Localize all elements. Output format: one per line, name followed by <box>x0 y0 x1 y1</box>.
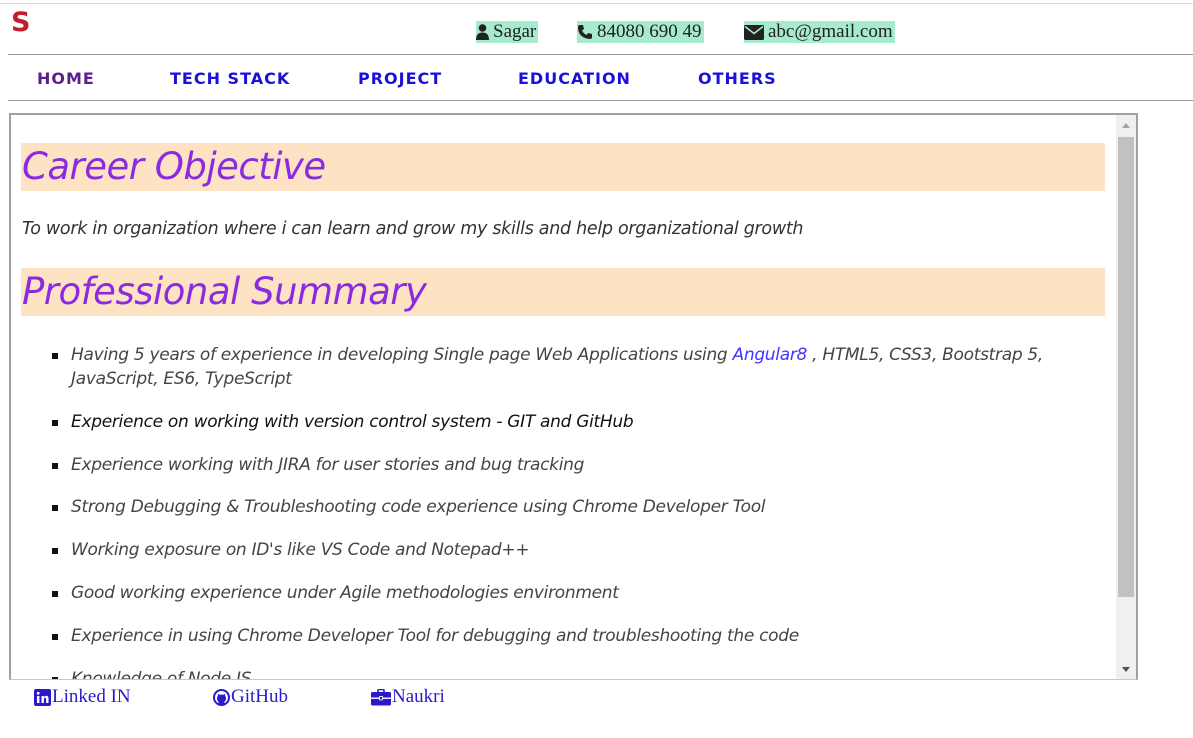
contact-phone: 84080 690 49 <box>577 21 704 43</box>
summary-item: Knowledge of Node JS <box>52 667 1081 679</box>
nav-education[interactable]: EDUCATION <box>518 69 631 88</box>
vertical-scrollbar[interactable] <box>1116 115 1136 679</box>
contact-email-text[interactable]: abc@gmail.com <box>768 21 893 43</box>
contact-phone-text: 84080 690 49 <box>597 21 702 42</box>
summary-item: Experience working with JIRA for user st… <box>52 453 1081 477</box>
scroll-down-arrow-icon[interactable] <box>1122 667 1130 672</box>
professional-summary-heading: Professional Summary <box>21 268 1105 316</box>
contact-name: Sagar <box>476 21 539 43</box>
professional-summary-title: Professional Summary <box>22 270 427 313</box>
nav-tech-stack[interactable]: TECH STACK <box>170 69 290 88</box>
nav-others[interactable]: OTHERS <box>698 69 777 88</box>
user-icon <box>476 24 489 40</box>
scroll-up-arrow-icon[interactable] <box>1122 123 1130 128</box>
summary-item: Good working experience under Agile meth… <box>52 581 1081 605</box>
footer-linkedin-label: Linked IN <box>52 686 131 707</box>
footer-naukri-link[interactable]: Naukri <box>371 686 445 708</box>
summary-item: Working exposure on ID's like VS Code an… <box>52 538 1081 562</box>
footer-github-label: GitHub <box>231 686 288 707</box>
career-objective-heading: Career Objective <box>21 143 1105 191</box>
nav-project[interactable]: PROJECT <box>358 69 442 88</box>
summary-item: Having 5 years of experience in developi… <box>52 343 1081 391</box>
briefcase-icon <box>371 688 391 705</box>
content-frame[interactable]: Career Objective To work in organization… <box>9 113 1138 680</box>
nav-home[interactable]: HOME <box>37 69 95 88</box>
contact-name-text: Sagar <box>493 21 537 42</box>
summary-item: Experience in using Chrome Developer Too… <box>52 624 1081 648</box>
github-icon <box>213 688 230 706</box>
footer-linkedin-link[interactable]: Linked IN <box>34 686 131 708</box>
summary-item-text: Having 5 years of experience in developi… <box>71 345 733 365</box>
nav-divider <box>8 100 1193 101</box>
linkedin-icon <box>34 688 51 706</box>
header-divider <box>8 54 1193 55</box>
career-objective-text: To work in organization where i can lear… <box>22 219 804 239</box>
content-scroll-area: Career Objective To work in organization… <box>11 115 1116 679</box>
angular-link[interactable]: Angular8 <box>733 345 808 365</box>
contact-email: abc@gmail.com <box>744 21 895 43</box>
site-logo[interactable]: S <box>11 9 30 36</box>
summary-item: Experience on working with version contr… <box>52 410 1081 434</box>
footer-naukri-label: Naukri <box>392 686 445 707</box>
phone-icon <box>577 24 593 40</box>
summary-item: Strong Debugging & Troubleshooting code … <box>52 495 1081 519</box>
top-border <box>0 3 1193 4</box>
career-objective-title: Career Objective <box>22 145 326 188</box>
footer-github-link[interactable]: GitHub <box>213 686 288 708</box>
scroll-thumb[interactable] <box>1118 137 1134 597</box>
envelope-icon <box>744 24 764 40</box>
